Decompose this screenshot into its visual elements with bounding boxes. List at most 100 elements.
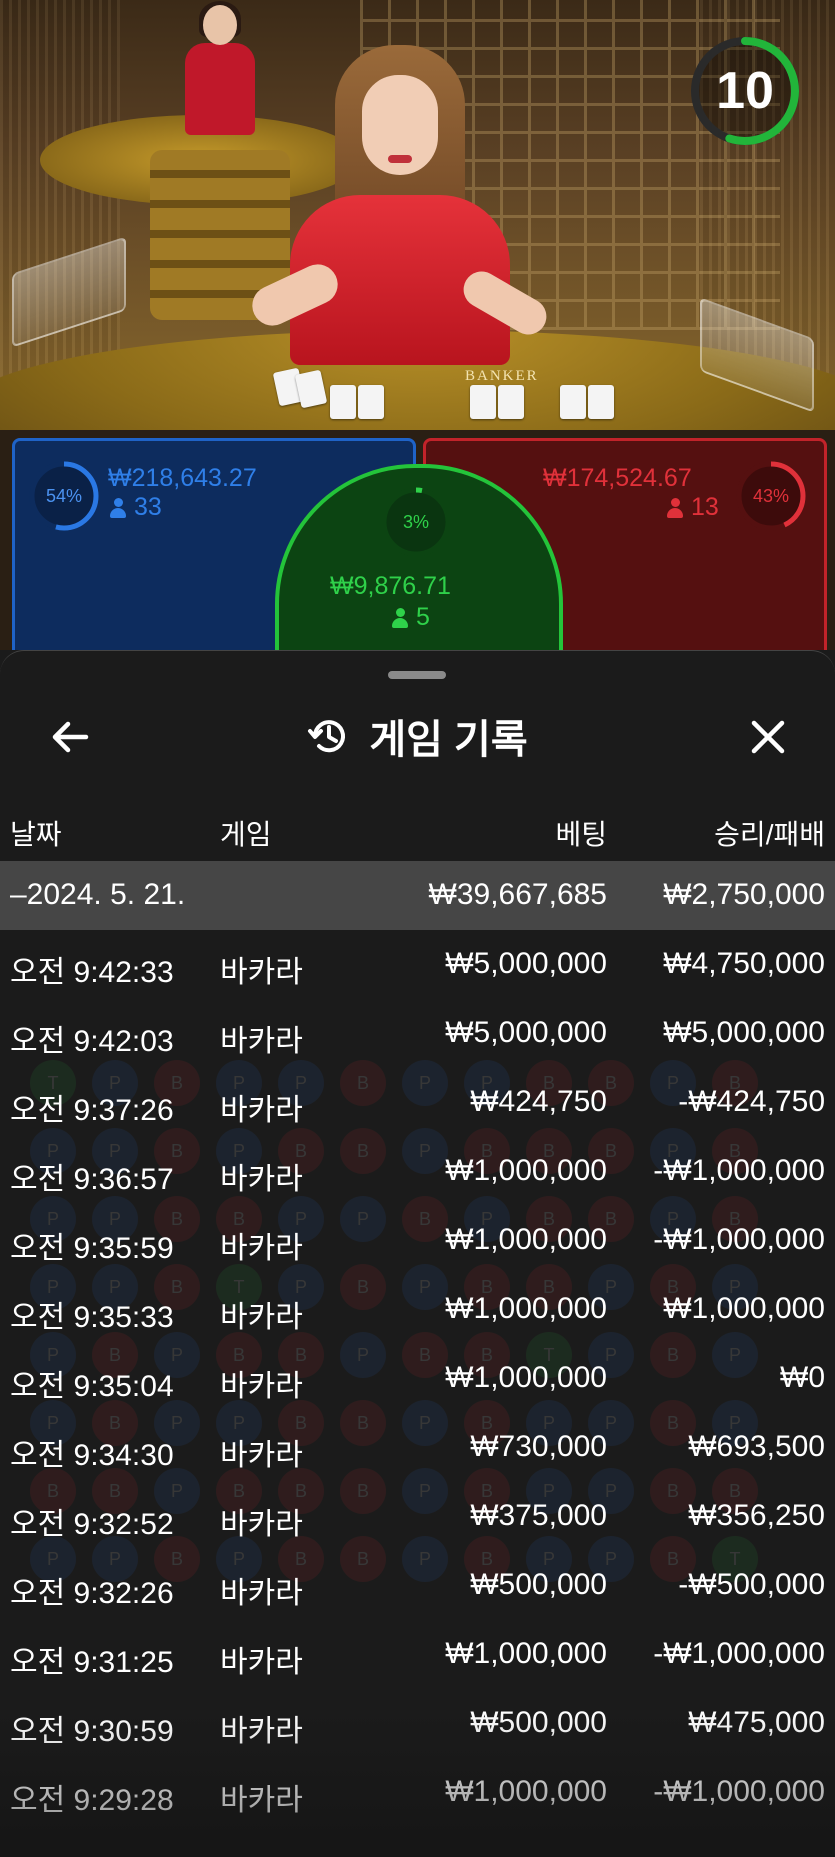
- row-time: 오전 9:36:57: [10, 1163, 174, 1196]
- playing-card: [358, 385, 384, 419]
- tie-percent-ring: 3%: [380, 486, 452, 558]
- row-result: -₩1,000,000: [653, 1223, 825, 1256]
- row-bet: ₩1,000,000: [445, 1361, 607, 1394]
- table-row[interactable]: 오전 9:31:25 바카라 ₩1,000,000 -₩1,000,000: [0, 1620, 835, 1689]
- row-bet: ₩5,000,000: [445, 947, 607, 980]
- date-group-result: ₩2,750,000: [663, 878, 825, 911]
- game-history-sheet: 게임 기록 날짜 게임 베팅 승리/패배 –2024. 5. 21. ₩39,6…: [0, 650, 835, 1857]
- table-row[interactable]: 오전 9:29:28 바카라 ₩1,000,000 -₩1,000,000: [0, 1758, 835, 1827]
- row-game: 바카라: [220, 1094, 303, 1127]
- close-button[interactable]: [740, 709, 796, 765]
- player-percent-ring: 54%: [28, 460, 100, 532]
- row-time: 오전 9:42:03: [10, 1025, 174, 1058]
- table-row[interactable]: 오전 9:30:59 바카라 ₩500,000 ₩475,000: [0, 1689, 835, 1758]
- row-result: ₩0: [780, 1361, 825, 1394]
- close-icon: [751, 720, 785, 754]
- table-row[interactable]: 오전 9:35:04 바카라 ₩1,000,000 ₩0: [0, 1344, 835, 1413]
- header-result: 승리/패배: [714, 819, 825, 850]
- playing-card: [498, 385, 524, 419]
- row-game: 바카라: [220, 1232, 303, 1265]
- row-bet: ₩500,000: [470, 1706, 607, 1739]
- row-result: -₩1,000,000: [653, 1775, 825, 1808]
- playing-card: [560, 385, 586, 419]
- row-time: 오전 9:37:26: [10, 1094, 174, 1127]
- playing-card: [330, 385, 356, 419]
- row-result: ₩693,500: [688, 1430, 825, 1463]
- header-bet: 베팅: [555, 819, 607, 850]
- row-time: 오전 9:42:33: [10, 956, 174, 989]
- row-game: 바카라: [220, 1025, 303, 1058]
- row-result: ₩5,000,000: [663, 1016, 825, 1049]
- row-time: 오전 9:29:28: [10, 1784, 174, 1817]
- row-time: 오전 9:35:59: [10, 1232, 174, 1265]
- banker-amount: ₩174,524.67: [543, 464, 692, 492]
- table-row[interactable]: 오전 9:37:26 바카라 ₩424,750 -₩424,750: [0, 1068, 835, 1137]
- player-count-value: 33: [134, 493, 162, 521]
- row-game: 바카라: [220, 1439, 303, 1472]
- playing-card: [588, 385, 614, 419]
- tie-count-value: 5: [416, 603, 430, 631]
- row-result: ₩4,750,000: [663, 947, 825, 980]
- person-icon: [392, 607, 408, 628]
- banker-bettor-count: 13: [667, 493, 719, 522]
- history-icon: [308, 720, 346, 753]
- row-game: 바카라: [220, 956, 303, 989]
- table-row[interactable]: 오전 9:36:57 바카라 ₩1,000,000 -₩1,000,000: [0, 1137, 835, 1206]
- player-amount: ₩218,643.27: [108, 464, 257, 492]
- row-result: -₩424,750: [678, 1085, 825, 1118]
- table-row[interactable]: 오전 9:32:52 바카라 ₩375,000 ₩356,250: [0, 1482, 835, 1551]
- table-row[interactable]: 오전 9:35:33 바카라 ₩1,000,000 ₩1,000,000: [0, 1275, 835, 1344]
- row-time: 오전 9:32:26: [10, 1577, 174, 1610]
- row-result: -₩500,000: [678, 1568, 825, 1601]
- table-row[interactable]: 오전 9:42:33 바카라 ₩5,000,000 ₩4,750,000: [0, 930, 835, 999]
- dealer: [245, 45, 553, 365]
- sheet-header: 게임 기록: [0, 703, 835, 769]
- background-dealer: [185, 1, 255, 135]
- row-bet: ₩1,000,000: [445, 1292, 607, 1325]
- row-bet: ₩1,000,000: [445, 1637, 607, 1670]
- history-table: –2024. 5. 21. ₩39,667,685 ₩2,750,000 오전 …: [0, 861, 835, 1827]
- banker-count-value: 13: [691, 493, 719, 521]
- row-result: ₩356,250: [688, 1499, 825, 1532]
- sheet-title: 게임 기록: [369, 718, 528, 762]
- row-bet: ₩5,000,000: [445, 1016, 607, 1049]
- row-game: 바카라: [220, 1784, 303, 1817]
- row-game: 바카라: [220, 1163, 303, 1196]
- banker-percent-ring: 43%: [735, 460, 807, 532]
- row-game: 바카라: [220, 1508, 303, 1541]
- history-rows: 오전 9:42:33 바카라 ₩5,000,000 ₩4,750,000 오전 9:42…: [0, 930, 835, 1827]
- table-row[interactable]: 오전 9:35:59 바카라 ₩1,000,000 -₩1,000,000: [0, 1206, 835, 1275]
- row-bet: ₩1,000,000: [445, 1154, 607, 1187]
- row-bet: ₩424,750: [470, 1085, 607, 1118]
- banker-percent: 43%: [752, 485, 790, 506]
- header-date: 날짜: [10, 819, 62, 850]
- row-game: 바카라: [220, 1577, 303, 1610]
- row-game: 바카라: [220, 1370, 303, 1403]
- tie-bettor-count: 5: [392, 603, 430, 632]
- table-row[interactable]: 오전 9:42:03 바카라 ₩5,000,000 ₩5,000,000: [0, 999, 835, 1068]
- row-bet: ₩1,000,000: [445, 1775, 607, 1808]
- date-group-bet: ₩39,667,685: [428, 878, 607, 911]
- table-row[interactable]: 오전 9:34:30 바카라 ₩730,000 ₩693,500: [0, 1413, 835, 1482]
- table-banker-label: BANKER: [465, 368, 539, 384]
- row-result: -₩1,000,000: [653, 1637, 825, 1670]
- row-time: 오전 9:35:33: [10, 1301, 174, 1334]
- row-bet: ₩1,000,000: [445, 1223, 607, 1256]
- row-result: ₩1,000,000: [663, 1292, 825, 1325]
- date-group-row[interactable]: –2024. 5. 21. ₩39,667,685 ₩2,750,000: [0, 861, 835, 930]
- person-icon: [110, 497, 126, 518]
- table-row[interactable]: 오전 9:32:26 바카라 ₩500,000 -₩500,000: [0, 1551, 835, 1620]
- row-result: ₩475,000: [688, 1706, 825, 1739]
- row-time: 오전 9:35:04: [10, 1370, 174, 1403]
- row-time: 오전 9:32:52: [10, 1508, 174, 1541]
- row-game: 바카라: [220, 1301, 303, 1334]
- row-time: 오전 9:34:30: [10, 1439, 174, 1472]
- row-bet: ₩500,000: [470, 1568, 607, 1601]
- header-game: 게임: [220, 819, 272, 850]
- tie-percent: 3%: [402, 511, 429, 532]
- person-icon: [667, 497, 683, 518]
- row-bet: ₩375,000: [470, 1499, 607, 1532]
- playing-card: [470, 385, 496, 419]
- sheet-drag-handle[interactable]: [388, 671, 446, 679]
- date-group-date: –2024. 5. 21.: [10, 878, 186, 911]
